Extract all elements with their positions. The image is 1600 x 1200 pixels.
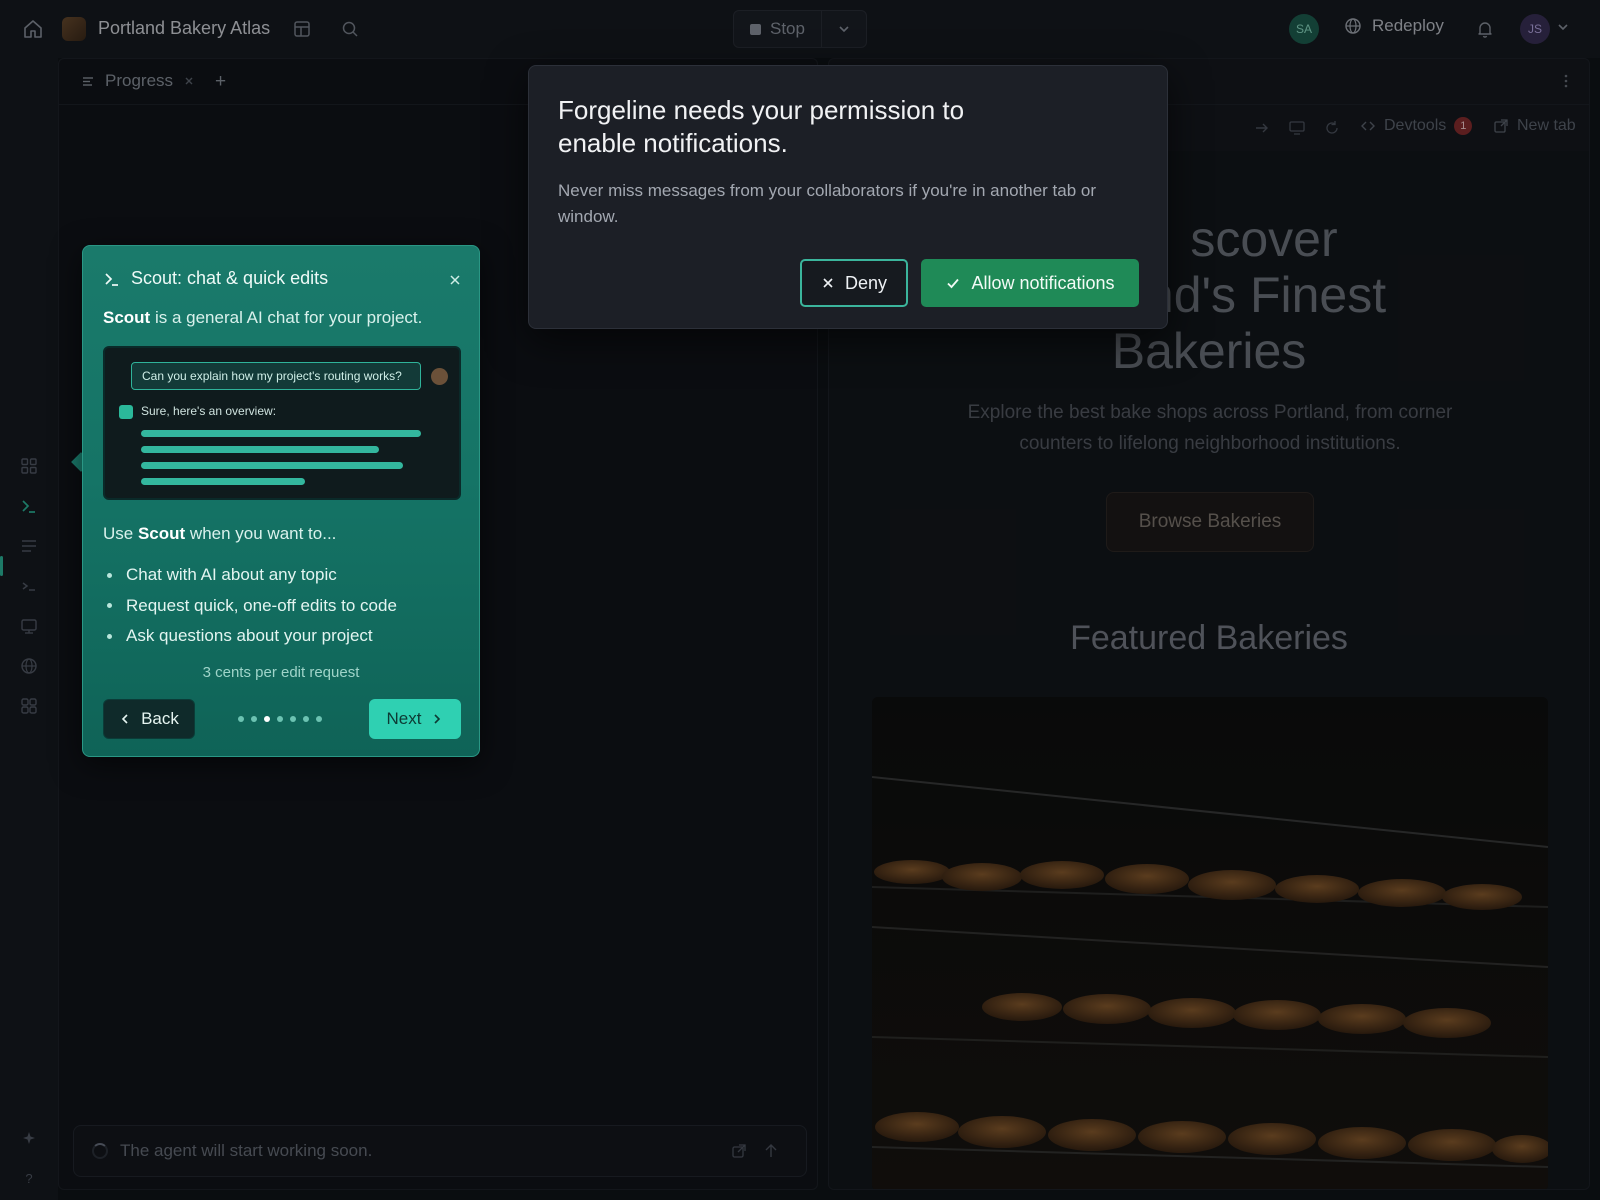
demo-text-line — [141, 430, 421, 437]
demo-reply-text: Sure, here's an overview: — [141, 404, 277, 418]
avatar — [431, 368, 448, 385]
step-dot[interactable] — [316, 716, 322, 722]
notification-permission-dialog: Forgeline needs your permission to enabl… — [528, 65, 1168, 329]
tour-title: Scout: chat & quick edits — [131, 268, 329, 288]
allow-label: Allow notifications — [971, 272, 1115, 293]
deny-label: Deny — [844, 272, 888, 293]
close-icon[interactable] — [447, 272, 463, 288]
step-dot[interactable] — [238, 716, 244, 722]
demo-text-line — [141, 462, 403, 469]
tour-intro-text: is a general AI chat for your project. — [150, 308, 423, 327]
step-dot[interactable] — [290, 716, 296, 722]
step-dot[interactable] — [277, 716, 283, 722]
list-item: Request quick, one-off edits to code — [103, 591, 397, 622]
list-item: Ask questions about your project — [103, 621, 397, 652]
dialog-body: Never miss messages from your collaborat… — [558, 181, 1097, 226]
demo-text-line — [141, 446, 379, 453]
chevron-left-icon — [121, 714, 128, 724]
tour-cost-note: 3 cents per edit request — [202, 664, 360, 681]
dialog-title: Forgeline needs your permission to enabl… — [558, 95, 965, 158]
deny-button[interactable]: Deny — [800, 259, 908, 307]
tour-header: Scout: chat & quick edits — [103, 268, 328, 289]
chevron-right-icon — [434, 714, 441, 724]
tour-demo-preview: Can you explain how my project's routing… — [103, 346, 461, 500]
list-item: Chat with AI about any topic — [103, 560, 397, 591]
check-icon — [947, 278, 960, 289]
step-indicator — [238, 716, 322, 722]
tour-use-strong: Scout — [137, 524, 186, 543]
tour-bullet-list: Chat with AI about any topic Request qui… — [103, 560, 397, 652]
step-dot[interactable] — [264, 716, 270, 722]
next-label: Next — [386, 709, 422, 728]
tour-intro: Scout is a general AI chat for your proj… — [103, 308, 422, 328]
feature-tour-card: Scout: chat & quick edits Scout is a gen… — [82, 245, 480, 757]
next-button[interactable]: Next — [369, 699, 461, 739]
back-button[interactable]: Back — [103, 699, 195, 739]
step-dot[interactable] — [251, 716, 257, 722]
bot-icon — [119, 405, 133, 419]
demo-question-bubble: Can you explain how my project's routing… — [131, 362, 421, 390]
tour-use-prefix: Use — [103, 524, 138, 543]
scout-prompt-icon — [105, 272, 118, 286]
tour-intro-strong: Scout — [103, 308, 151, 327]
allow-notifications-button[interactable]: Allow notifications — [921, 259, 1139, 307]
back-label: Back — [141, 709, 179, 728]
step-dot[interactable] — [303, 716, 309, 722]
demo-text-line — [141, 478, 305, 485]
tour-use-suffix: when you want to... — [185, 524, 337, 543]
close-icon — [823, 278, 833, 288]
tour-use-heading: Use Scout when you want to... — [103, 524, 336, 544]
